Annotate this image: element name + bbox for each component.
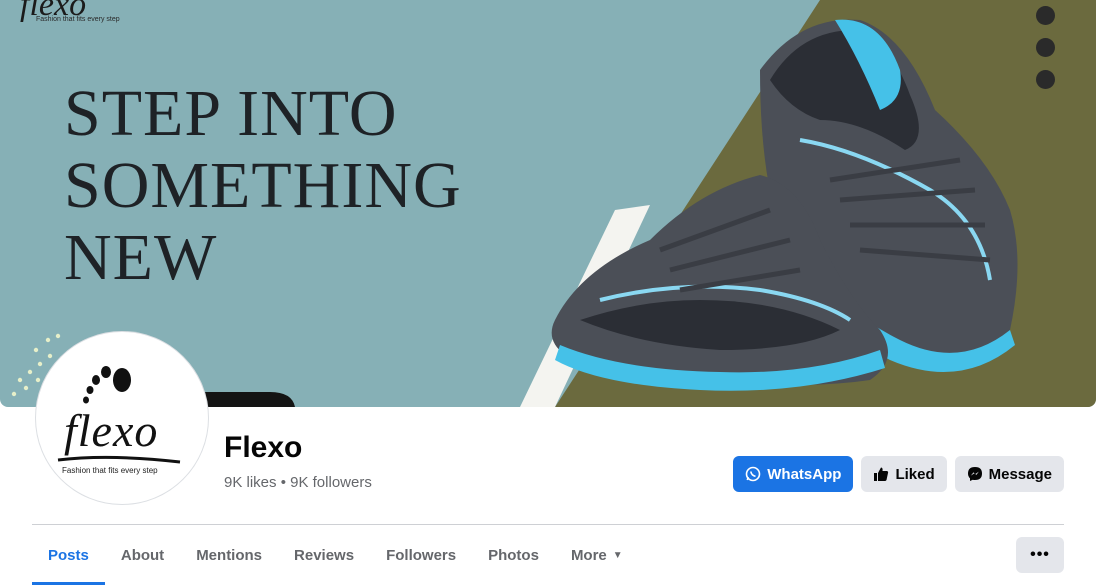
messenger-icon bbox=[967, 467, 982, 481]
tab-photos[interactable]: Photos bbox=[472, 525, 555, 585]
more-options-button[interactable]: ••• bbox=[1016, 537, 1064, 573]
whatsapp-icon bbox=[745, 466, 761, 482]
cover-decorative-dots bbox=[1036, 6, 1056, 102]
liked-button[interactable]: Liked bbox=[861, 456, 947, 492]
whatsapp-button[interactable]: WhatsApp bbox=[733, 456, 854, 492]
likes-count[interactable]: 9K likes bbox=[224, 474, 277, 491]
headline-line-2: SOMETHING bbox=[64, 149, 462, 222]
message-button[interactable]: Message bbox=[954, 456, 1064, 492]
tab-label: Posts bbox=[48, 546, 89, 564]
more-options-icon: ••• bbox=[1030, 546, 1050, 563]
tab-label: More bbox=[570, 546, 607, 564]
page-title: Flexo bbox=[224, 431, 303, 464]
tab-reviews[interactable]: Reviews bbox=[278, 525, 370, 585]
caret-down-icon: ▼ bbox=[612, 549, 623, 561]
cover-headline: STEP INTO SOMETHING NEW bbox=[64, 78, 462, 294]
whatsapp-label: WhatsApp bbox=[767, 465, 842, 483]
page-tabs: Posts About Mentions Reviews Followers P… bbox=[32, 525, 639, 585]
tab-label: Photos bbox=[488, 546, 539, 564]
thumbs-up-icon bbox=[874, 467, 889, 481]
facebook-page: flexo Fashion that fits every step STEP … bbox=[0, 0, 1096, 586]
tab-label: About bbox=[120, 546, 165, 564]
headline-line-3: NEW bbox=[64, 221, 218, 294]
headline-line-1: STEP INTO bbox=[64, 77, 398, 150]
tab-more[interactable]: More ▼ bbox=[555, 525, 639, 585]
stats-separator: • bbox=[276, 474, 291, 491]
tab-about[interactable]: About bbox=[105, 525, 180, 585]
avatar-tagline: Fashion that fits every step bbox=[62, 466, 158, 475]
cover-brand-logo: flexo Fashion that fits every step bbox=[18, 0, 148, 36]
tab-label: Mentions bbox=[196, 546, 263, 564]
tab-label: Reviews bbox=[294, 546, 355, 564]
tab-mentions[interactable]: Mentions bbox=[180, 525, 278, 585]
page-actions: WhatsApp Liked Message bbox=[733, 456, 1064, 492]
page-stats: 9K likes • 9K followers bbox=[224, 474, 372, 491]
tab-followers[interactable]: Followers bbox=[370, 525, 472, 585]
tab-posts[interactable]: Posts bbox=[32, 525, 105, 585]
liked-label: Liked bbox=[895, 465, 935, 483]
followers-count[interactable]: 9K followers bbox=[290, 474, 372, 491]
cover-brand-tagline: Fashion that fits every step bbox=[36, 16, 120, 23]
message-label: Message bbox=[988, 465, 1052, 483]
tab-label: Followers bbox=[386, 546, 457, 564]
profile-avatar[interactable]: flexo Fashion that fits every step bbox=[36, 332, 208, 504]
avatar-logo-text: flexo bbox=[64, 405, 159, 456]
